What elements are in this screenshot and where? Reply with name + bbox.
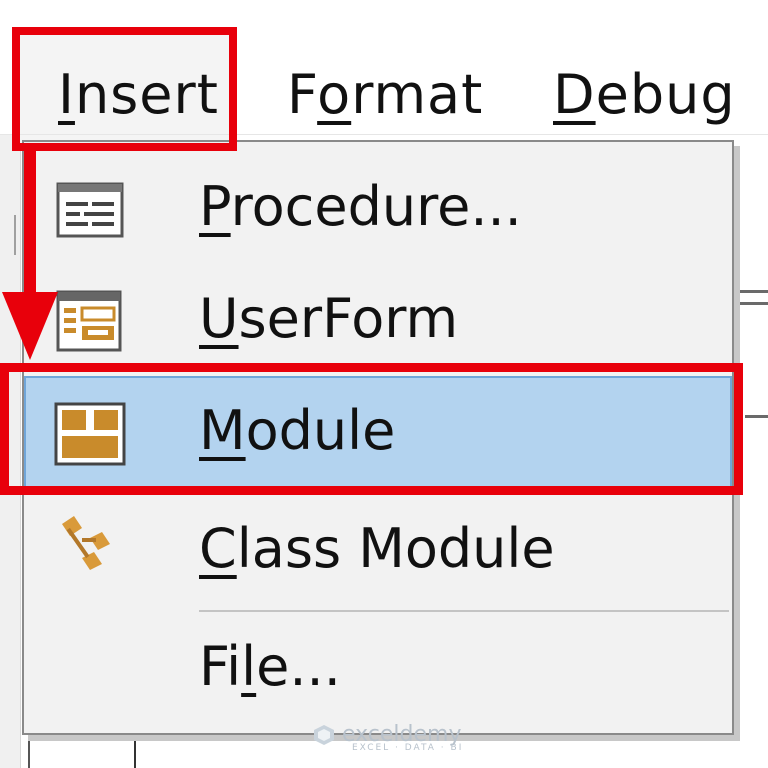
insert-annotation-box bbox=[12, 27, 237, 151]
mnemonic-u: U bbox=[199, 287, 239, 350]
class-module-icon bbox=[62, 516, 110, 570]
menu-format-label: rmat bbox=[351, 63, 484, 126]
menu-item-class-module-label: Class Module bbox=[199, 514, 555, 584]
userform-icon bbox=[56, 290, 122, 352]
menu-item-file[interactable]: File... bbox=[24, 620, 732, 734]
module-annotation-box bbox=[0, 363, 743, 495]
menu-item-userform[interactable]: UserForm bbox=[24, 264, 732, 378]
annotation-arrow-head bbox=[2, 292, 58, 360]
procedure-text: rocedure... bbox=[230, 175, 522, 238]
menu-item-procedure[interactable]: Procedure... bbox=[24, 152, 732, 266]
exceldemy-logo-icon bbox=[314, 725, 334, 745]
menu-item-file-label: File... bbox=[199, 632, 341, 702]
background-line bbox=[738, 290, 768, 293]
menu-item-procedure-label: Procedure... bbox=[199, 172, 522, 242]
mnemonic-l: l bbox=[241, 635, 257, 698]
file-text: e... bbox=[256, 635, 341, 698]
menu-debug[interactable]: Debug bbox=[553, 60, 736, 130]
mnemonic-p: P bbox=[199, 175, 231, 238]
procedure-icon bbox=[56, 182, 124, 238]
watermark: exceldemy EXCEL · DATA · BI bbox=[312, 722, 463, 753]
menu-format-mnemonic: o bbox=[317, 63, 352, 126]
menu-item-userform-label: UserForm bbox=[199, 284, 458, 354]
menu-debug-mnemonic: D bbox=[553, 63, 596, 126]
class-module-text: lass Module bbox=[236, 517, 555, 580]
menu-debug-label: ebug bbox=[595, 63, 736, 126]
menu-separator bbox=[199, 610, 729, 612]
editor-cursor-line bbox=[134, 730, 136, 768]
mnemonic-c: C bbox=[199, 517, 237, 580]
menu-format-label-pre: F bbox=[287, 63, 318, 126]
menu-format[interactable]: Format bbox=[287, 60, 483, 130]
userform-text: serForm bbox=[238, 287, 459, 350]
file-text-pre: Fi bbox=[199, 635, 242, 698]
watermark-tagline: EXCEL · DATA · BI bbox=[352, 743, 464, 753]
menu-item-class-module[interactable]: Class Module bbox=[24, 494, 732, 608]
background-line bbox=[745, 415, 768, 418]
annotation-arrow-shaft bbox=[24, 150, 36, 300]
background-line bbox=[738, 302, 768, 305]
